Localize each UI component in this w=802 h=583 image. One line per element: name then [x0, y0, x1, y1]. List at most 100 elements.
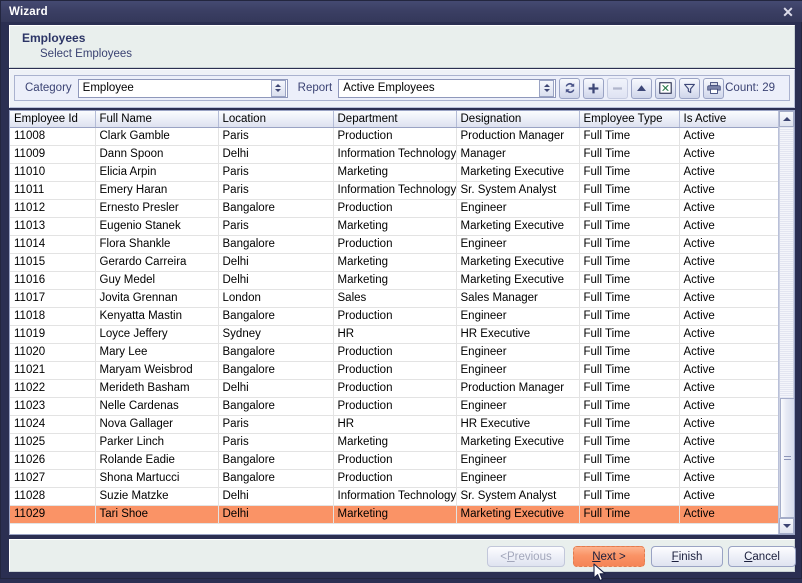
table-cell[interactable]: Full Time: [579, 343, 679, 361]
table-cell[interactable]: Active: [679, 343, 780, 361]
category-select[interactable]: Employee: [78, 79, 288, 98]
table-cell[interactable]: Information Technology: [333, 487, 456, 505]
table-row[interactable]: 11027Shona MartucciBangaloreProductionEn…: [10, 469, 780, 487]
table-cell[interactable]: Production: [333, 127, 456, 145]
table-cell[interactable]: Full Time: [579, 361, 679, 379]
table-cell[interactable]: Mary Lee: [95, 343, 218, 361]
filter-icon[interactable]: [679, 78, 700, 99]
table-cell[interactable]: Sales: [333, 289, 456, 307]
table-cell[interactable]: Engineer: [456, 397, 579, 415]
table-cell[interactable]: Emery Haran: [95, 181, 218, 199]
table-cell[interactable]: Full Time: [579, 253, 679, 271]
table-cell[interactable]: 11008: [10, 127, 95, 145]
table-cell[interactable]: Marketing: [333, 433, 456, 451]
table-cell[interactable]: Bangalore: [218, 235, 333, 253]
table-cell[interactable]: Engineer: [456, 307, 579, 325]
table-cell[interactable]: Engineer: [456, 361, 579, 379]
table-row[interactable]: 11022Merideth BashamDelhiProductionProdu…: [10, 379, 780, 397]
table-cell[interactable]: Sales Manager: [456, 289, 579, 307]
table-row[interactable]: 11008Clark GambleParisProductionProducti…: [10, 127, 780, 145]
column-header-department[interactable]: Department: [333, 111, 456, 127]
table-cell[interactable]: HR: [333, 415, 456, 433]
table-row[interactable]: 11024Nova GallagerParisHRHR ExecutiveFul…: [10, 415, 780, 433]
table-cell[interactable]: 11009: [10, 145, 95, 163]
table-cell[interactable]: Ernesto Presler: [95, 199, 218, 217]
table-cell[interactable]: 11011: [10, 181, 95, 199]
table-cell[interactable]: 11027: [10, 469, 95, 487]
table-cell[interactable]: HR Executive: [456, 415, 579, 433]
table-cell[interactable]: 11029: [10, 505, 95, 523]
table-cell[interactable]: Loyce Jeffery: [95, 325, 218, 343]
column-header-employee-type[interactable]: Employee Type: [579, 111, 679, 127]
column-header-is-active[interactable]: Is Active: [679, 111, 780, 127]
table-row[interactable]: 11015Gerardo CarreiraDelhiMarketingMarke…: [10, 253, 780, 271]
table-cell[interactable]: Active: [679, 235, 780, 253]
close-icon[interactable]: ✕: [779, 3, 797, 20]
table-row[interactable]: 11026Rolande EadieBangaloreProductionEng…: [10, 451, 780, 469]
table-cell[interactable]: HR Executive: [456, 325, 579, 343]
table-cell[interactable]: Production: [333, 379, 456, 397]
table-cell[interactable]: Marketing: [333, 217, 456, 235]
category-spinner[interactable]: [271, 80, 286, 97]
table-row[interactable]: 11021Maryam WeisbrodBangaloreProductionE…: [10, 361, 780, 379]
table-row[interactable]: 11013Eugenio StanekParisMarketingMarketi…: [10, 217, 780, 235]
scrollbar-thumb[interactable]: [780, 398, 795, 518]
table-cell[interactable]: HR: [333, 325, 456, 343]
table-cell[interactable]: Active: [679, 325, 780, 343]
table-cell[interactable]: Full Time: [579, 127, 679, 145]
table-cell[interactable]: Delhi: [218, 271, 333, 289]
table-cell[interactable]: Full Time: [579, 217, 679, 235]
table-cell[interactable]: 11010: [10, 163, 95, 181]
table-cell[interactable]: Rolande Eadie: [95, 451, 218, 469]
table-row[interactable]: 11020Mary LeeBangaloreProductionEngineer…: [10, 343, 780, 361]
table-cell[interactable]: 11019: [10, 325, 95, 343]
table-cell[interactable]: Full Time: [579, 145, 679, 163]
table-cell[interactable]: Information Technology: [333, 145, 456, 163]
next-button[interactable]: Next >: [573, 546, 645, 567]
table-cell[interactable]: Full Time: [579, 307, 679, 325]
table-cell[interactable]: Production: [333, 343, 456, 361]
table-cell[interactable]: Production: [333, 361, 456, 379]
table-row[interactable]: 11016Guy MedelDelhiMarketingMarketing Ex…: [10, 271, 780, 289]
table-cell[interactable]: Active: [679, 433, 780, 451]
table-cell[interactable]: Marketing Executive: [456, 217, 579, 235]
table-cell[interactable]: Sr. System Analyst: [456, 181, 579, 199]
table-cell[interactable]: Bangalore: [218, 361, 333, 379]
table-cell[interactable]: Full Time: [579, 397, 679, 415]
grid-vertical-scrollbar[interactable]: [778, 111, 794, 534]
table-cell[interactable]: 11020: [10, 343, 95, 361]
table-cell[interactable]: Active: [679, 505, 780, 523]
table-cell[interactable]: Delhi: [218, 145, 333, 163]
table-cell[interactable]: Gerardo Carreira: [95, 253, 218, 271]
table-cell[interactable]: Full Time: [579, 379, 679, 397]
table-cell[interactable]: 11012: [10, 199, 95, 217]
table-cell[interactable]: Production Manager: [456, 379, 579, 397]
table-cell[interactable]: Marketing: [333, 163, 456, 181]
table-cell[interactable]: Marketing Executive: [456, 253, 579, 271]
table-cell[interactable]: Information Technology: [333, 181, 456, 199]
table-cell[interactable]: 11028: [10, 487, 95, 505]
table-cell[interactable]: Manager: [456, 145, 579, 163]
table-cell[interactable]: Active: [679, 271, 780, 289]
table-cell[interactable]: 11015: [10, 253, 95, 271]
table-cell[interactable]: Active: [679, 415, 780, 433]
refresh-icon[interactable]: [559, 78, 580, 99]
table-cell[interactable]: Production: [333, 235, 456, 253]
table-cell[interactable]: Bangalore: [218, 343, 333, 361]
table-cell[interactable]: Engineer: [456, 451, 579, 469]
print-icon[interactable]: [703, 78, 724, 99]
table-cell[interactable]: Production: [333, 199, 456, 217]
table-cell[interactable]: Active: [679, 253, 780, 271]
table-row[interactable]: 11011Emery HaranParisInformation Technol…: [10, 181, 780, 199]
table-cell[interactable]: Clark Gamble: [95, 127, 218, 145]
table-row[interactable]: 11019Loyce JefferySydneyHRHR ExecutiveFu…: [10, 325, 780, 343]
column-header-designation[interactable]: Designation: [456, 111, 579, 127]
scrollbar-track[interactable]: [779, 127, 794, 518]
table-cell[interactable]: Kenyatta Mastin: [95, 307, 218, 325]
scroll-up-icon[interactable]: [779, 111, 794, 127]
table-row[interactable]: 11014Flora ShankleBangaloreProductionEng…: [10, 235, 780, 253]
table-cell[interactable]: Paris: [218, 415, 333, 433]
table-cell[interactable]: Production: [333, 397, 456, 415]
table-cell[interactable]: Tari Shoe: [95, 505, 218, 523]
table-cell[interactable]: Active: [679, 379, 780, 397]
